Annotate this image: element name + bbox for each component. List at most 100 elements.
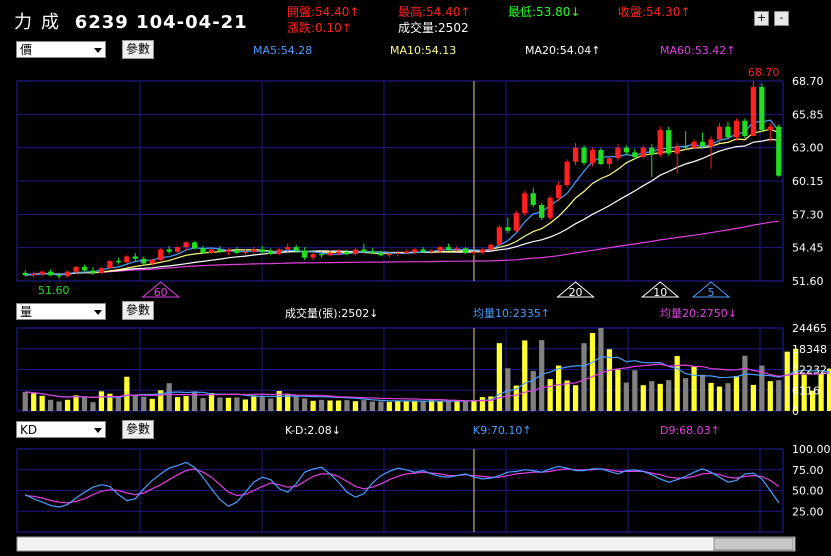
- candle-body: [217, 249, 223, 252]
- candle-body: [98, 268, 105, 273]
- volume-bar: [183, 396, 189, 411]
- candle-body: [386, 254, 392, 256]
- volume-bar: [166, 383, 172, 411]
- volume-bar: [496, 343, 502, 411]
- scrollbar-thumb[interactable]: [713, 537, 794, 551]
- volume-bar: [217, 397, 223, 411]
- candle-body: [327, 252, 333, 256]
- candle-body: [699, 141, 706, 147]
- candle-body: [285, 247, 291, 250]
- kd-lines: [24, 461, 780, 508]
- candle-body: [200, 248, 206, 253]
- volume-bar: [589, 332, 596, 411]
- volume-bar: [56, 401, 62, 411]
- volume-bar: [64, 399, 71, 411]
- volume-bar: [310, 400, 316, 411]
- volume-bar: [234, 397, 240, 411]
- scroll-right-icon[interactable]: [799, 539, 805, 549]
- volume-bar: [632, 370, 638, 411]
- candle-body: [716, 126, 723, 140]
- volume-bar: [259, 396, 265, 411]
- scroll-left-icon[interactable]: [8, 539, 14, 549]
- volume-bar: [242, 399, 248, 411]
- volume-bar: [657, 383, 663, 411]
- candle-body: [589, 150, 596, 163]
- volume-bar: [361, 400, 367, 411]
- candle-body: [767, 126, 773, 131]
- volume-bar: [429, 400, 435, 411]
- volume-bar: [352, 401, 359, 411]
- volume-bar: [776, 380, 782, 411]
- candle-body: [420, 249, 426, 252]
- candle-body: [657, 130, 663, 155]
- y-tick-label: 65.85: [792, 108, 824, 121]
- volume-bar: [683, 378, 689, 411]
- volume-bar: [581, 343, 587, 411]
- candle-body: [234, 250, 240, 253]
- volume-bar: [208, 393, 215, 411]
- candle-body: [225, 250, 232, 252]
- candle-body: [268, 251, 274, 255]
- volume-bar: [640, 385, 646, 411]
- volume-bar: [327, 400, 333, 411]
- high-price-label: 68.70: [748, 66, 780, 79]
- candle-body: [462, 248, 469, 253]
- y-tick-label: 6116: [792, 384, 820, 397]
- volume-bar: [564, 380, 570, 411]
- y-tick-label: 57.30: [792, 208, 824, 221]
- ma-marker-label: 5: [708, 286, 715, 299]
- candle-body: [572, 147, 579, 162]
- y-tick-label: 18348: [792, 343, 827, 356]
- volume-bar: [293, 394, 299, 411]
- volume-bar: [318, 399, 325, 411]
- volume-bar: [344, 400, 350, 411]
- volume-bar: [767, 381, 773, 411]
- volume-bar: [31, 393, 37, 411]
- candle-body: [640, 147, 646, 158]
- volume-bar: [378, 401, 384, 411]
- volume-bar: [716, 386, 723, 411]
- candle-body: [251, 249, 257, 252]
- y-tick-label: 25.00: [792, 505, 824, 518]
- candle-body: [302, 250, 308, 258]
- candle-body: [581, 147, 587, 163]
- volume-bar: [598, 328, 604, 411]
- candle-body: [674, 146, 680, 154]
- volume-bar: [556, 365, 562, 411]
- candle-body: [666, 130, 672, 154]
- volume-bar: [471, 400, 477, 411]
- volume-bar: [606, 349, 613, 411]
- ma-marker-label: 20: [569, 286, 583, 299]
- candle-body: [445, 247, 452, 250]
- y-tick-label: 60.15: [792, 175, 824, 188]
- candle-body: [64, 271, 71, 277]
- volume-bar: [251, 395, 257, 411]
- candle-body: [90, 270, 96, 273]
- candle-body: [175, 247, 181, 252]
- volume-bar: [826, 368, 831, 411]
- volume-bar: [115, 397, 121, 411]
- candle-body: [759, 86, 765, 131]
- candle-body: [141, 258, 147, 264]
- candle-body: [361, 249, 367, 252]
- volume-bar: [462, 400, 469, 411]
- volume-bar: [141, 396, 147, 411]
- candle-body: [606, 158, 613, 165]
- candle-body: [708, 139, 714, 147]
- volume-bar: [784, 351, 790, 411]
- volume-bar: [124, 376, 130, 411]
- candle-body: [437, 247, 443, 251]
- candle-body: [158, 249, 164, 260]
- candle-body: [378, 252, 384, 256]
- scrollbar-track[interactable]: [16, 536, 796, 552]
- candle-body: [395, 252, 401, 255]
- volume-bar: [674, 356, 680, 411]
- candle-body: [242, 251, 248, 253]
- volume-bar: [420, 401, 426, 411]
- candlestick-series: [22, 81, 782, 279]
- axis-ticks: 68.70 65.85 63.00 60.15 57.30 54.45 51.60 24465…: [792, 75, 831, 518]
- candle-body: [556, 185, 562, 198]
- volume-bar: [742, 355, 748, 411]
- volume-bar: [750, 384, 756, 411]
- volume-bar: [623, 382, 629, 411]
